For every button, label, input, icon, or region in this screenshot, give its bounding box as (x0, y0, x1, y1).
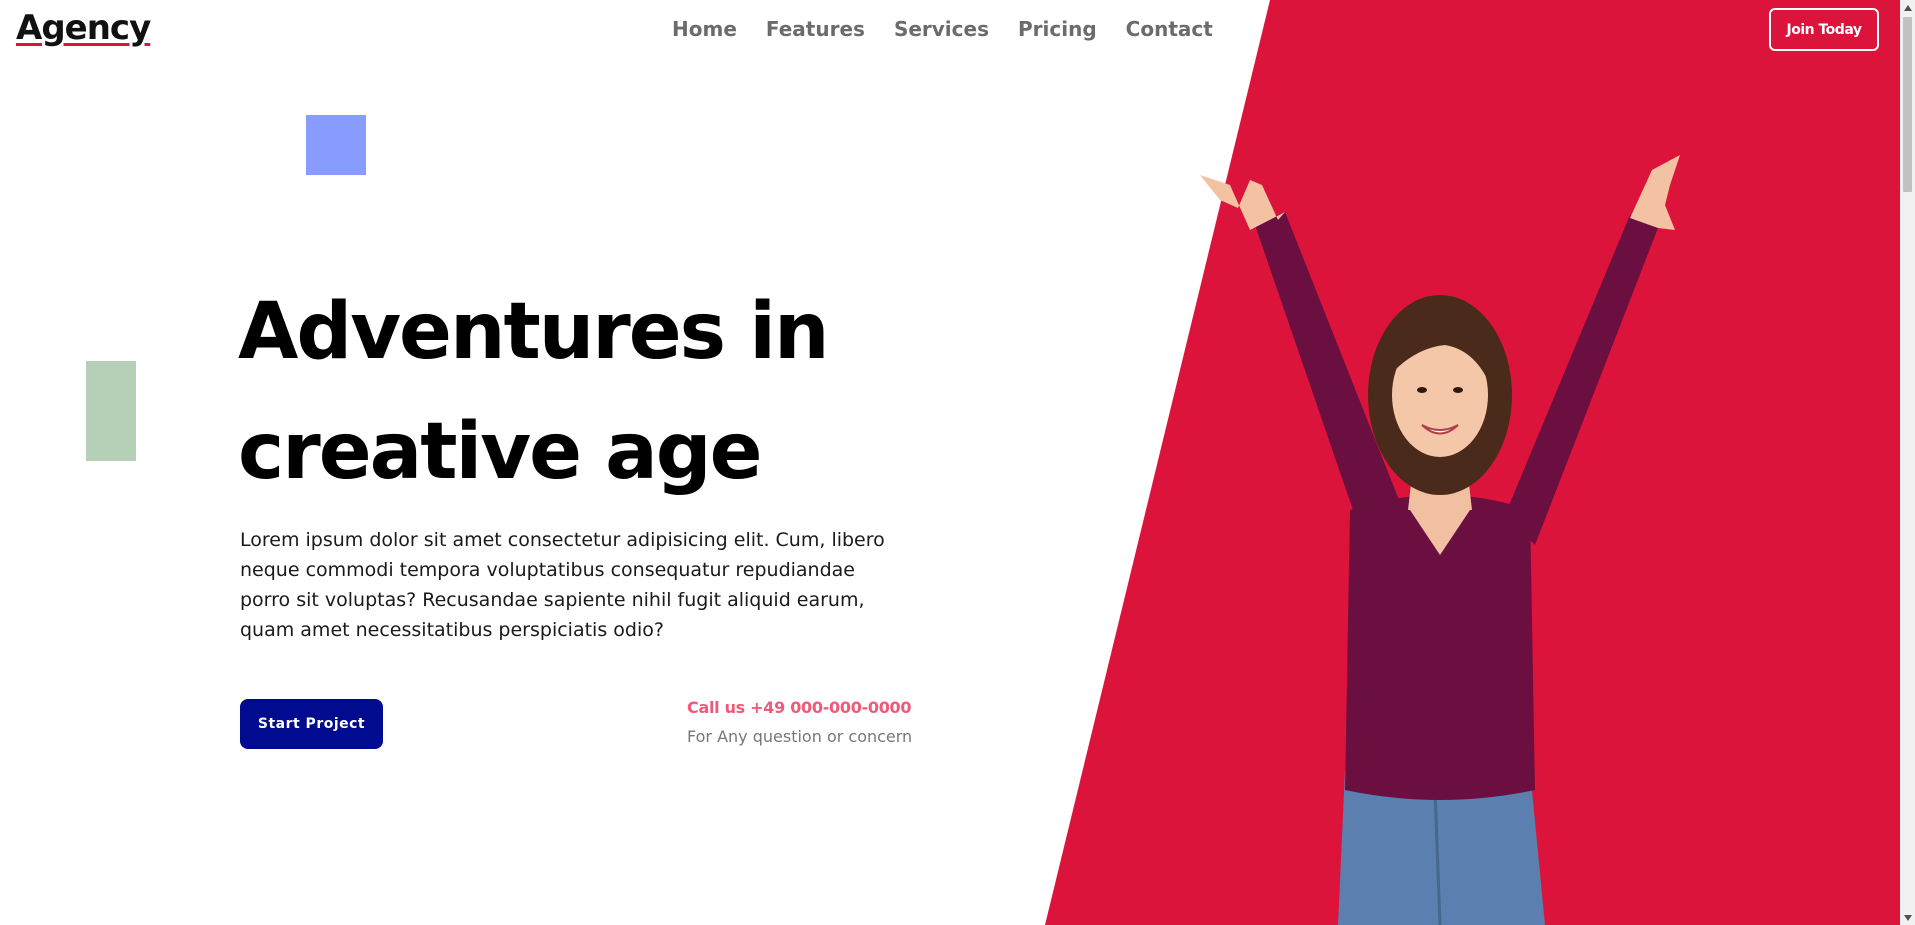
site-header: Agency Home Features Services Pricing Co… (0, 0, 1900, 58)
vertical-scrollbar[interactable] (1900, 0, 1915, 925)
scrollbar-thumb[interactable] (1903, 17, 1912, 192)
landing-page: Agency Home Features Services Pricing Co… (0, 0, 1915, 925)
nav-item-contact[interactable]: Contact (1126, 14, 1213, 44)
nav-item-pricing[interactable]: Pricing (1018, 14, 1097, 44)
scroll-down-arrow-icon[interactable] (1900, 910, 1915, 925)
main-nav: Home Features Services Pricing Contact (672, 14, 1242, 44)
start-project-button[interactable]: Start Project (240, 699, 383, 749)
hero-title: Adventures in creative age (238, 272, 998, 512)
decorative-blue-square (306, 115, 366, 175)
hero-description: Lorem ipsum dolor sit amet consectetur a… (240, 529, 885, 641)
call-subtext: For Any question or concern (687, 727, 913, 746)
decorative-green-rectangle (86, 361, 136, 461)
nav-item-services[interactable]: Services (894, 14, 989, 44)
join-today-button[interactable]: Join Today (1769, 8, 1879, 51)
hero-person-image (1200, 155, 1680, 925)
scroll-up-arrow-icon[interactable] (1900, 0, 1915, 15)
logo[interactable]: Agency (16, 6, 151, 50)
call-phone-link[interactable]: Call us +49 000-000-0000 (687, 696, 912, 720)
call-block: Call us +49 000-000-0000 For Any questio… (687, 696, 912, 750)
nav-item-features[interactable]: Features (766, 14, 865, 44)
hero-title-line-1: Adventures in (238, 287, 830, 377)
nav-item-home[interactable]: Home (672, 14, 737, 44)
hero-title-line-2: creative age (238, 407, 763, 497)
